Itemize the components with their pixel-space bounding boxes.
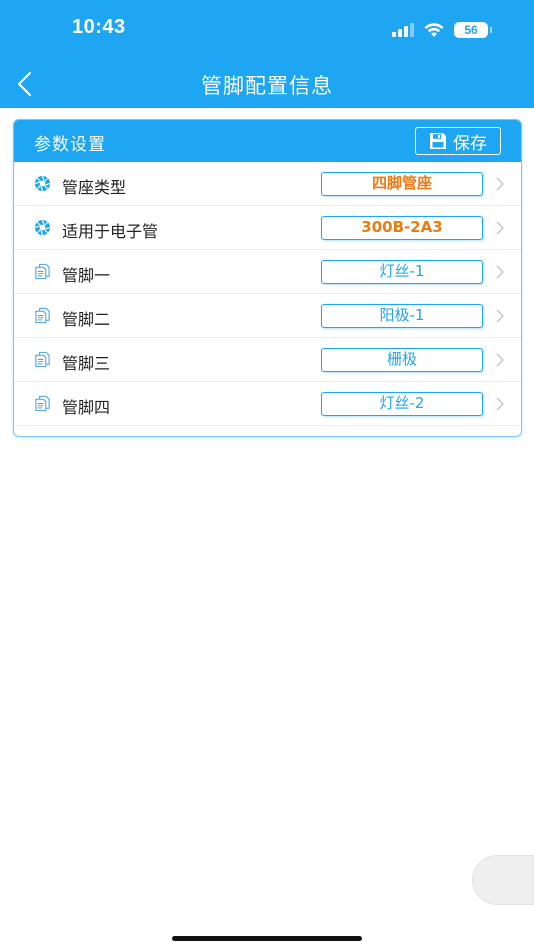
signal-icon — [392, 23, 414, 37]
row-socket-type[interactable]: 管座类型 四脚管座 — [14, 162, 521, 206]
status-time: 10:43 — [72, 16, 126, 38]
row-label: 管脚三 — [62, 354, 111, 373]
row-pin-2[interactable]: 管脚二 阳极-1 — [14, 294, 521, 338]
card-title: 参数设置 — [34, 135, 106, 155]
row-pin-1[interactable]: 管脚一 灯丝-1 — [14, 250, 521, 294]
save-button[interactable]: 保存 — [415, 127, 501, 155]
home-indicator[interactable] — [172, 936, 362, 941]
chevron-right-icon — [496, 397, 505, 411]
document-icon — [35, 307, 50, 324]
row-applicable-tube[interactable]: 适用于电子管 300B-2A3 — [14, 206, 521, 250]
card-header: 参数设置 保存 — [14, 120, 521, 162]
top-bar: 10:43 56 管脚配置信息 — [0, 0, 534, 108]
document-icon — [35, 263, 50, 280]
battery-icon: 56 — [454, 22, 492, 38]
aperture-icon — [34, 175, 51, 192]
row-label: 管脚二 — [62, 310, 111, 329]
save-button-label: 保存 — [453, 133, 487, 154]
row-label: 管脚四 — [62, 398, 111, 417]
row-label: 管座类型 — [62, 178, 127, 197]
row-label: 适用于电子管 — [62, 222, 159, 241]
chevron-right-icon — [496, 221, 505, 235]
chevron-right-icon — [496, 265, 505, 279]
row-value[interactable]: 栅极 — [321, 348, 483, 372]
parameter-settings-card: 参数设置 保存 管座类型 四脚管座 适用于电子管 300B-2A3 管脚一 灯丝… — [13, 119, 522, 437]
row-label: 管脚一 — [62, 266, 111, 285]
status-icons: 56 — [392, 19, 492, 41]
row-value[interactable]: 灯丝-1 — [321, 260, 483, 284]
chevron-right-icon — [496, 353, 505, 367]
row-value[interactable]: 阳极-1 — [321, 304, 483, 328]
chevron-right-icon — [496, 177, 505, 191]
row-value[interactable]: 灯丝-2 — [321, 392, 483, 416]
row-pin-3[interactable]: 管脚三 栅极 — [14, 338, 521, 382]
document-icon — [35, 395, 50, 412]
page-title: 管脚配置信息 — [201, 74, 333, 98]
row-pin-4[interactable]: 管脚四 灯丝-2 — [14, 382, 521, 426]
chevron-right-icon — [496, 309, 505, 323]
aperture-icon — [34, 219, 51, 236]
row-value[interactable]: 四脚管座 — [321, 172, 483, 196]
document-icon — [35, 351, 50, 368]
floppy-disk-icon — [430, 133, 446, 149]
wifi-icon — [424, 23, 444, 37]
row-value[interactable]: 300B-2A3 — [321, 216, 483, 240]
floating-assistive-button[interactable] — [472, 855, 534, 905]
